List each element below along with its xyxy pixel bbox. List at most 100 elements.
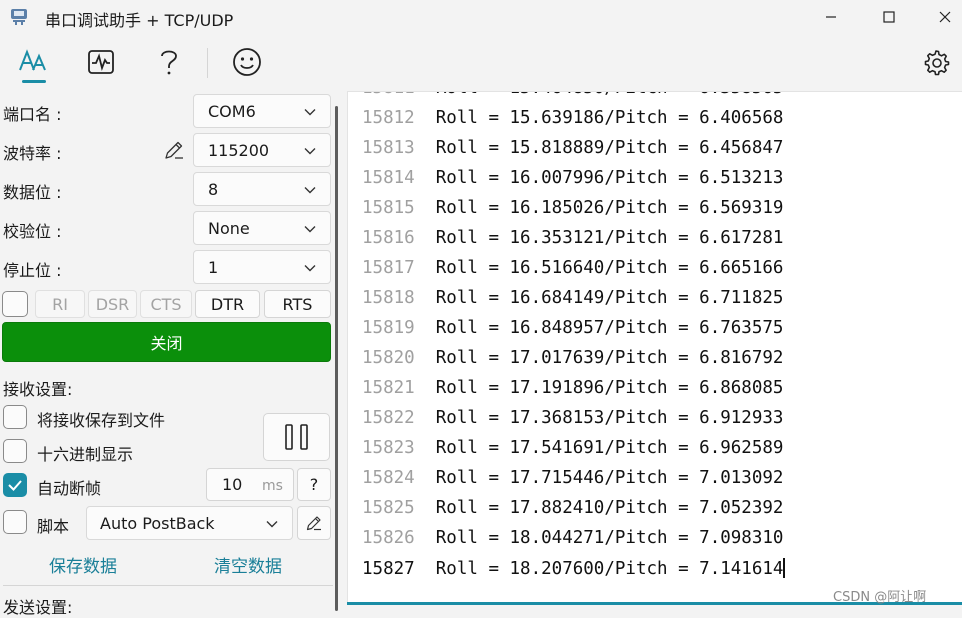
cts-button[interactable]: CTS — [140, 290, 192, 318]
dsr-button[interactable]: DSR — [88, 290, 137, 318]
log-line-number: 15816 — [362, 228, 415, 248]
minimize-button[interactable] — [808, 0, 854, 34]
clear-data-link[interactable]: 清空数据 — [214, 552, 282, 577]
log-line-text: Roll = 16.007996/Pitch = 6.513213 — [435, 168, 784, 188]
log-line-number: 15812 — [362, 108, 415, 128]
stopbits-select[interactable]: 1 — [193, 250, 331, 284]
parity-value: None — [208, 219, 250, 238]
log-line: 15822 Roll = 17.368153/Pitch = 6.912933 — [362, 408, 783, 438]
frame-help-button[interactable]: ? — [297, 468, 331, 501]
auto-frame-checkbox[interactable] — [3, 473, 27, 497]
close-button[interactable] — [922, 0, 962, 34]
edit-script-button[interactable] — [297, 506, 331, 540]
active-tool-indicator — [22, 80, 46, 83]
baud-select[interactable]: 115200 — [193, 133, 331, 167]
log-line-text: Roll = 15.818889/Pitch = 6.456847 — [435, 138, 784, 158]
pause-button[interactable] — [263, 413, 330, 461]
stopbits-value: 1 — [208, 258, 219, 277]
log-line-number: 15820 — [362, 348, 415, 368]
log-line: 15816 Roll = 16.353121/Pitch = 6.617281 — [362, 228, 783, 258]
save-to-file-label: 将接收保存到文件 — [37, 411, 166, 430]
chevron-down-icon — [304, 187, 316, 194]
window-title: 串口调试助手 + TCP/UDP — [45, 11, 234, 30]
log-line: 15821 Roll = 17.191896/Pitch = 6.868085 — [362, 378, 783, 408]
receive-text-area[interactable]: 15811 Roll = 15.464850/Pitch = 6.3585651… — [347, 91, 962, 605]
log-line: 15815 Roll = 16.185026/Pitch = 6.569319 — [362, 198, 783, 228]
log-line-number: 15821 — [362, 378, 415, 398]
dtr-button[interactable]: DTR — [195, 290, 260, 318]
chevron-down-icon — [304, 226, 316, 233]
log-line: 15825 Roll = 17.882410/Pitch = 7.052392 — [362, 498, 783, 528]
minimize-icon — [826, 16, 836, 18]
stopbits-label: 停止位 : — [3, 261, 62, 280]
log-line-text: Roll = 17.882410/Pitch = 7.052392 — [435, 498, 784, 518]
signal-checkbox[interactable] — [2, 291, 28, 317]
log-line: 15812 Roll = 15.639186/Pitch = 6.406568 — [362, 108, 783, 138]
text-cursor — [783, 558, 786, 578]
log-line-number: 15819 — [362, 318, 415, 338]
chevron-down-icon — [304, 148, 316, 155]
pen-icon — [306, 516, 321, 531]
maximize-button[interactable] — [866, 0, 912, 34]
save-to-file-checkbox[interactable] — [3, 405, 27, 429]
log-line-number: 15824 — [362, 468, 415, 488]
databits-select[interactable]: 8 — [193, 172, 331, 206]
log-line-text: Roll = 15.639186/Pitch = 6.406568 — [435, 108, 784, 128]
databits-label: 数据位 : — [3, 183, 62, 202]
toolbar-separator — [207, 48, 208, 78]
script-value: Auto PostBack — [100, 514, 215, 533]
log-line-number: 15827 — [362, 559, 415, 579]
log-line-text: Roll = 17.715446/Pitch = 7.013092 — [435, 468, 784, 488]
log-line-number: 15823 — [362, 438, 415, 458]
chevron-down-icon — [304, 265, 316, 272]
hex-display-checkbox[interactable] — [3, 439, 27, 463]
close-icon — [939, 11, 951, 23]
parity-label: 校验位 : — [3, 222, 62, 241]
save-data-link[interactable]: 保存数据 — [49, 552, 117, 577]
close-port-button[interactable]: 关闭 — [2, 322, 331, 362]
panel-splitter[interactable] — [335, 106, 338, 611]
databits-value: 8 — [208, 180, 219, 199]
log-line-text: Roll = 16.684149/Pitch = 6.711825 — [435, 288, 784, 308]
log-line: 15818 Roll = 16.684149/Pitch = 6.711825 — [362, 288, 783, 318]
log-line-number: 15826 — [362, 528, 415, 548]
serial-port-icon — [10, 8, 28, 26]
log-line-text: Roll = 16.848957/Pitch = 6.763575 — [435, 318, 784, 338]
log-line: 15820 Roll = 17.017639/Pitch = 6.816792 — [362, 348, 783, 378]
edit-baud-button[interactable] — [163, 139, 185, 165]
hex-display-label: 十六进制显示 — [37, 445, 134, 464]
baud-label: 波特率 : — [3, 144, 62, 163]
chevron-down-icon — [266, 521, 278, 528]
log-line-text: Roll = 17.541691/Pitch = 6.962589 — [435, 438, 784, 458]
port-select[interactable]: COM6 — [193, 94, 331, 128]
port-value: COM6 — [208, 102, 256, 121]
parity-select[interactable]: None — [193, 211, 331, 245]
frame-timeout-unit: ms — [262, 478, 283, 494]
log-line: 15823 Roll = 17.541691/Pitch = 6.962589 — [362, 438, 783, 468]
waveform-tool[interactable] — [81, 42, 121, 82]
maximize-icon — [883, 11, 895, 23]
frame-timeout-input[interactable]: 10 ms — [206, 468, 294, 501]
send-settings-header: 发送设置: — [3, 598, 73, 617]
script-checkbox[interactable] — [3, 510, 27, 534]
script-select[interactable]: Auto PostBack — [86, 506, 293, 540]
text-display-tool[interactable] — [13, 42, 53, 82]
log-line-text: Roll = 16.516640/Pitch = 6.665166 — [435, 258, 784, 278]
log-line: 15814 Roll = 16.007996/Pitch = 6.513213 — [362, 168, 783, 198]
log-line-text: Roll = 18.207600/Pitch = 7.141614 — [435, 559, 784, 579]
help-tool[interactable] — [149, 42, 189, 82]
watermark: CSDN @阿让啊 — [833, 590, 927, 605]
chevron-down-icon — [304, 109, 316, 116]
settings-button[interactable] — [916, 42, 956, 82]
auto-frame-label: 自动断帧 — [37, 479, 102, 498]
log-line: 15826 Roll = 18.044271/Pitch = 7.098310 — [362, 528, 783, 558]
log-line-number: 15813 — [362, 138, 415, 158]
script-label: 脚本 — [37, 517, 70, 536]
receive-settings-header: 接收设置: — [3, 380, 73, 399]
smiley-tool[interactable] — [227, 42, 267, 82]
rts-button[interactable]: RTS — [264, 290, 331, 318]
log-line: 15817 Roll = 16.516640/Pitch = 6.665166 — [362, 258, 783, 288]
section-divider — [3, 585, 333, 586]
log-line-text: Roll = 17.017639/Pitch = 6.816792 — [435, 348, 784, 368]
ri-button[interactable]: RI — [35, 290, 85, 318]
